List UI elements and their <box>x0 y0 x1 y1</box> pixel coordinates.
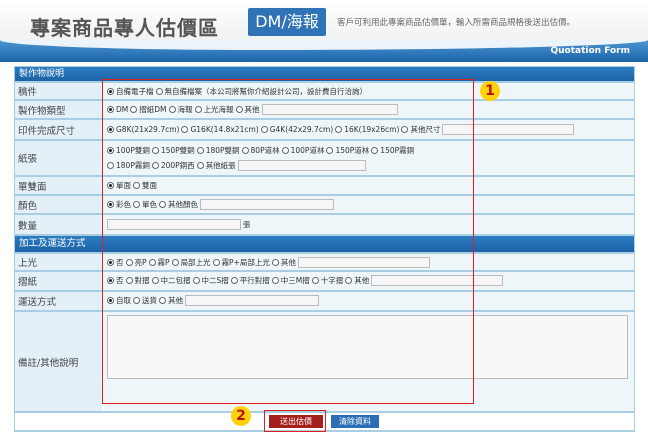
row-label: 印件完成尺寸 <box>15 120 102 139</box>
row-label: 紙張 <box>15 141 102 175</box>
row-label: 運送方式 <box>15 292 102 310</box>
callout-number-2: 2 <box>231 406 251 426</box>
row-label: 數量 <box>15 215 102 234</box>
highlight-box-submit <box>264 410 326 432</box>
row-label: 製作物類型 <box>15 101 102 118</box>
row-label: 顏色 <box>15 196 102 213</box>
page-description: 客戶可利用此專案商品估價單，輸入所需商品規格後送出估價。 <box>337 18 576 28</box>
banner-title: Quotation Form <box>550 46 630 56</box>
row-label: 稿件 <box>15 83 102 99</box>
row-label: 上光 <box>15 254 102 270</box>
highlight-box-options <box>102 79 474 404</box>
row-label: 備註/其他說明 <box>15 312 102 411</box>
category-badge: DM/海報 <box>248 8 326 36</box>
row-label: 單雙面 <box>15 177 102 194</box>
page-title: 專案商品專人估價區 <box>30 16 219 40</box>
row-label: 摺紙 <box>15 272 102 290</box>
clear-data-button[interactable]: 清除資料 <box>331 415 379 428</box>
callout-number-1: 1 <box>480 81 500 101</box>
